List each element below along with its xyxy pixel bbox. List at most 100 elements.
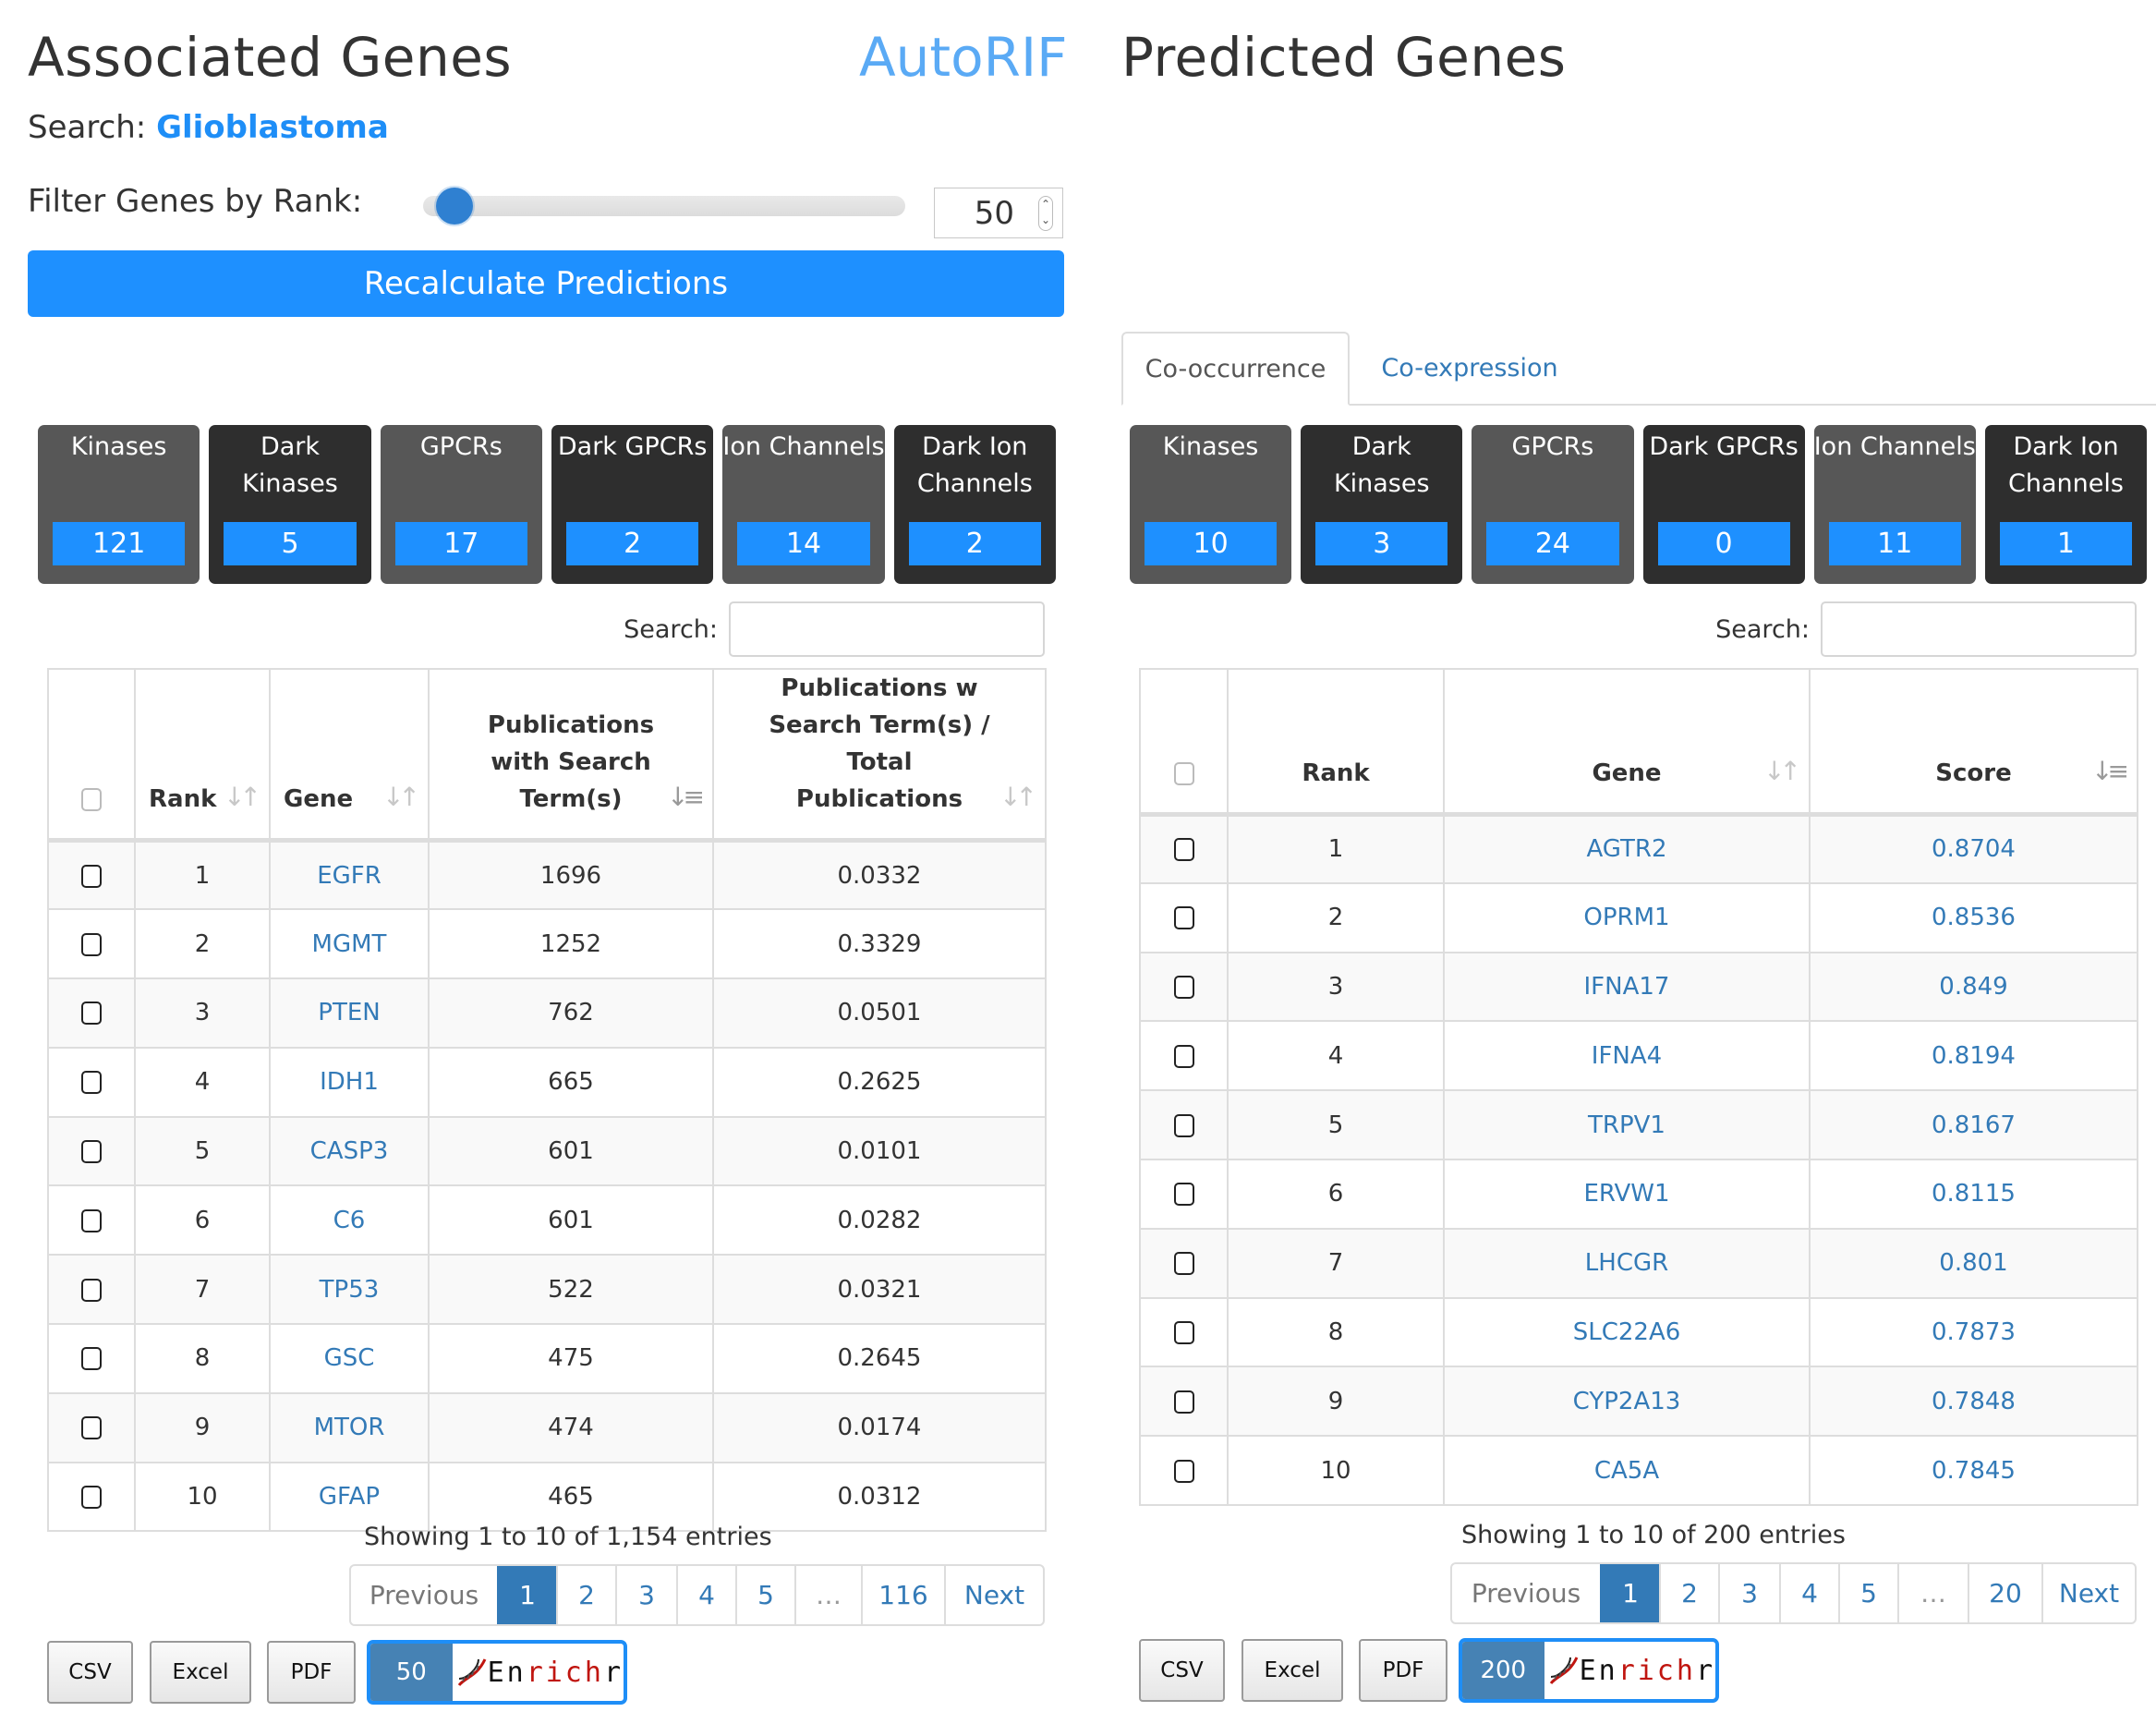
row-select-cell[interactable] xyxy=(47,1323,136,1394)
row-checkbox[interactable] xyxy=(1173,1044,1194,1068)
publications-column-header[interactable]: Publications with Search Term(s) ↓≡ xyxy=(428,668,714,842)
page-3-button[interactable]: 3 xyxy=(1718,1564,1779,1622)
row-checkbox[interactable] xyxy=(1173,906,1194,930)
row-select-cell[interactable] xyxy=(47,1461,136,1533)
category-tile-ion-channels[interactable]: Ion Channels 14 xyxy=(722,425,885,584)
pdf-export-button[interactable]: PDF xyxy=(1359,1639,1447,1702)
gene-cell[interactable]: CYP2A13 xyxy=(1443,1366,1811,1438)
predicted-search-input[interactable] xyxy=(1821,601,2137,657)
excel-export-button[interactable]: Excel xyxy=(150,1641,251,1704)
page-4-button[interactable]: 4 xyxy=(1779,1564,1838,1622)
autorif-brand[interactable]: AutoRIF xyxy=(859,26,1067,89)
gene-value[interactable]: C6 xyxy=(333,1207,366,1234)
score-cell[interactable]: 0.7848 xyxy=(1809,1366,2138,1438)
score-value[interactable]: 0.7848 xyxy=(1932,1388,2016,1415)
score-value[interactable]: 0.8194 xyxy=(1932,1042,2016,1070)
page-4-button[interactable]: 4 xyxy=(676,1566,735,1624)
row-checkbox[interactable] xyxy=(81,1071,102,1095)
category-tile-dark-kinases[interactable]: Dark Kinases 3 xyxy=(1301,425,1463,584)
gene-cell[interactable]: MTOR xyxy=(269,1391,430,1463)
csv-export-button[interactable]: CSV xyxy=(47,1641,133,1704)
page-3-button[interactable]: 3 xyxy=(615,1566,676,1624)
row-select-cell[interactable] xyxy=(1139,1158,1229,1230)
category-tile-dark-gpcrs[interactable]: Dark GPCRs 2 xyxy=(551,425,714,584)
row-select-cell[interactable] xyxy=(1139,1227,1229,1299)
score-value[interactable]: 0.801 xyxy=(1939,1249,2007,1277)
select-all-header[interactable] xyxy=(1139,668,1229,815)
gene-cell[interactable]: ERVW1 xyxy=(1443,1158,1811,1230)
row-select-cell[interactable] xyxy=(47,1046,136,1118)
score-cell[interactable]: 0.8167 xyxy=(1809,1089,2138,1160)
ratio-column-header[interactable]: Publications w Search Term(s) / Total Pu… xyxy=(712,668,1047,842)
select-all-checkbox[interactable] xyxy=(1173,761,1194,785)
gene-value[interactable]: OPRM1 xyxy=(1583,904,1669,931)
row-select-cell[interactable] xyxy=(47,1254,136,1326)
pdf-export-button[interactable]: PDF xyxy=(267,1641,356,1704)
page-5-button[interactable]: 5 xyxy=(1838,1564,1897,1622)
rank-column-header[interactable]: Rank ↓↑ xyxy=(134,668,271,842)
page-5-button[interactable]: 5 xyxy=(735,1566,794,1624)
category-tile-dark-ion-channels[interactable]: Dark Ion Channels 1 xyxy=(1984,425,2148,584)
next-page-button[interactable]: Next xyxy=(944,1566,1043,1624)
row-checkbox[interactable] xyxy=(81,1416,102,1440)
gene-cell[interactable]: OPRM1 xyxy=(1443,881,1811,953)
gene-value[interactable]: AGTR2 xyxy=(1586,835,1666,863)
score-cell[interactable]: 0.8704 xyxy=(1809,813,2138,884)
score-cell[interactable]: 0.8536 xyxy=(1809,881,2138,953)
gene-value[interactable]: TP53 xyxy=(320,1276,380,1304)
associated-search-input[interactable] xyxy=(729,601,1045,657)
score-column-header[interactable]: Score ↓≡ xyxy=(1809,668,2138,815)
row-select-cell[interactable] xyxy=(47,977,136,1049)
row-select-cell[interactable] xyxy=(47,1391,136,1463)
recalculate-predictions-button[interactable]: Recalculate Predictions xyxy=(28,250,1064,317)
page-2-button[interactable]: 2 xyxy=(1659,1564,1718,1622)
row-checkbox[interactable] xyxy=(1173,1183,1194,1207)
gene-value[interactable]: PTEN xyxy=(318,999,380,1026)
score-value[interactable]: 0.7845 xyxy=(1932,1457,2016,1485)
gene-cell[interactable]: C6 xyxy=(269,1184,430,1257)
gene-value[interactable]: IFNA17 xyxy=(1584,973,1670,1001)
gene-column-header[interactable]: Gene ↓↑ xyxy=(1443,668,1811,815)
category-tile-kinases[interactable]: Kinases 121 xyxy=(38,425,200,584)
rank-number-input[interactable]: 50 ⌃ ⌄ xyxy=(934,188,1063,238)
category-tile-dark-gpcrs[interactable]: Dark GPCRs 0 xyxy=(1642,425,1805,584)
gene-value[interactable]: GFAP xyxy=(319,1483,380,1511)
row-checkbox[interactable] xyxy=(1173,1459,1194,1483)
select-all-header[interactable] xyxy=(47,668,136,842)
score-cell[interactable]: 0.7873 xyxy=(1809,1296,2138,1368)
associated-enrichr-button[interactable]: 50 En rich r xyxy=(367,1640,627,1705)
rank-slider-thumb[interactable] xyxy=(436,188,474,225)
gene-value[interactable]: EGFR xyxy=(317,862,382,890)
score-cell[interactable]: 0.849 xyxy=(1809,951,2138,1023)
gene-cell[interactable]: IFNA4 xyxy=(1443,1020,1811,1092)
row-checkbox[interactable] xyxy=(81,1347,102,1371)
score-cell[interactable]: 0.7845 xyxy=(1809,1435,2138,1506)
gene-value[interactable]: MGMT xyxy=(312,930,387,958)
score-value[interactable]: 0.8704 xyxy=(1932,835,2016,863)
row-checkbox[interactable] xyxy=(81,932,102,956)
rank-slider-track[interactable] xyxy=(423,196,905,216)
row-checkbox[interactable] xyxy=(1173,1252,1194,1276)
row-checkbox[interactable] xyxy=(1173,1390,1194,1414)
row-select-cell[interactable] xyxy=(1139,813,1229,884)
gene-cell[interactable]: PTEN xyxy=(269,977,430,1049)
row-select-cell[interactable] xyxy=(1139,881,1229,953)
gene-cell[interactable]: TRPV1 xyxy=(1443,1089,1811,1160)
row-select-cell[interactable] xyxy=(1139,1435,1229,1506)
row-checkbox[interactable] xyxy=(81,1208,102,1232)
csv-export-button[interactable]: CSV xyxy=(1139,1639,1225,1702)
score-value[interactable]: 0.7873 xyxy=(1932,1318,2016,1346)
row-checkbox[interactable] xyxy=(81,864,102,888)
gene-value[interactable]: CASP3 xyxy=(310,1137,389,1165)
page-116-button[interactable]: 116 xyxy=(861,1566,944,1624)
gene-value[interactable]: GSC xyxy=(324,1344,375,1372)
score-value[interactable]: 0.8115 xyxy=(1932,1180,2016,1208)
gene-value[interactable]: SLC22A6 xyxy=(1573,1318,1681,1346)
page-2-button[interactable]: 2 xyxy=(556,1566,615,1624)
page-1-button[interactable]: 1 xyxy=(497,1566,556,1624)
search-term-value[interactable]: Glioblastoma xyxy=(156,109,389,146)
gene-column-header[interactable]: Gene ↓↑ xyxy=(269,668,430,842)
gene-cell[interactable]: CA5A xyxy=(1443,1435,1811,1506)
gene-cell[interactable]: EGFR xyxy=(269,839,430,911)
previous-page-button[interactable]: Previous xyxy=(351,1566,497,1624)
